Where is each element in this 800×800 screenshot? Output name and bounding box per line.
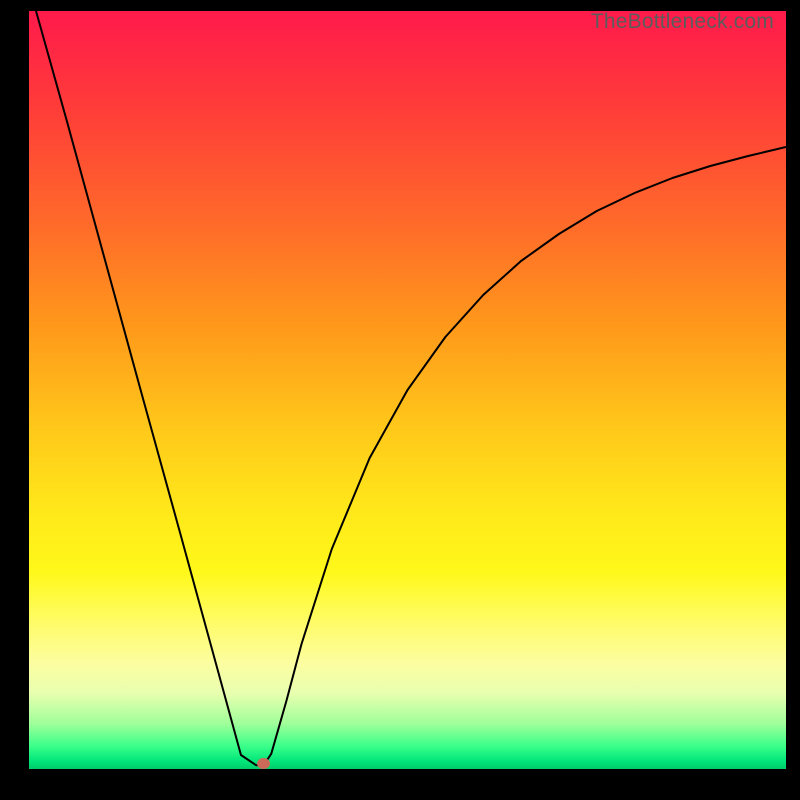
optimum-marker (257, 758, 270, 769)
bottleneck-curve (29, 11, 786, 769)
plot-area: TheBottleneck.com (29, 11, 786, 769)
chart-frame: TheBottleneck.com (0, 0, 800, 800)
curve-path (36, 11, 786, 765)
